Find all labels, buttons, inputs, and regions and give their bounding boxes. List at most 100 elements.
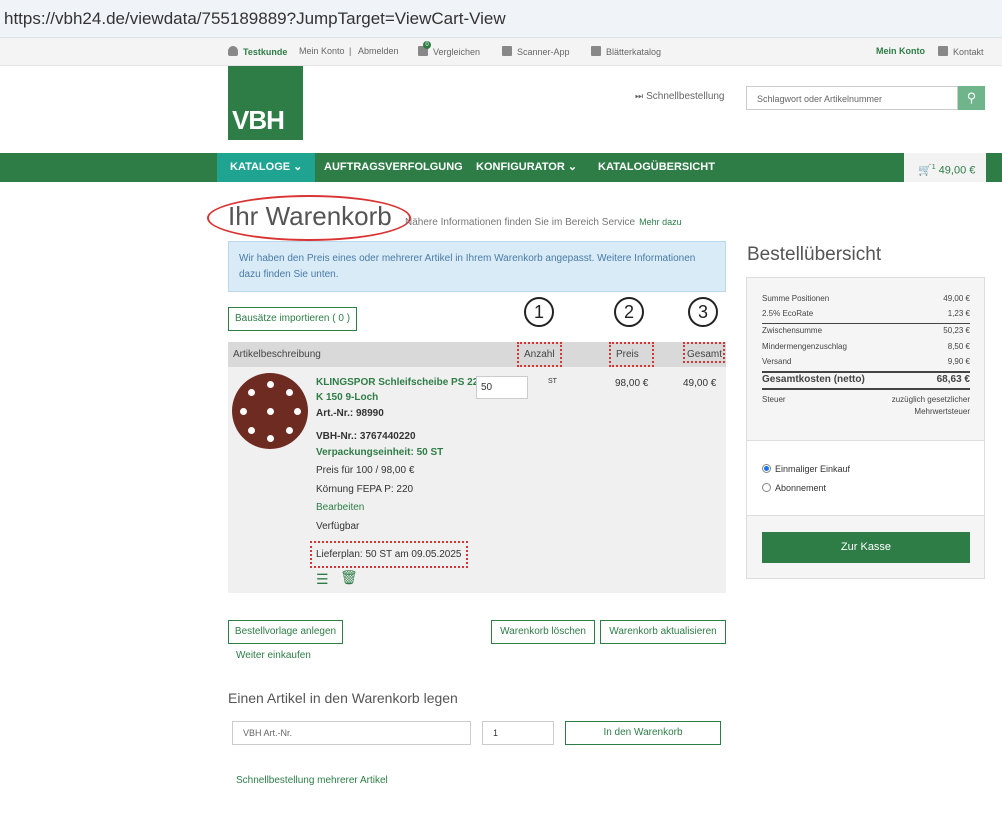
item-price: 98,00 € xyxy=(615,378,649,389)
chevron-down-icon: ⌄ xyxy=(293,161,303,173)
add-to-cart-button[interactable]: In den Warenkorb xyxy=(565,721,721,745)
continue-shopping-link[interactable]: Weiter einkaufen xyxy=(236,650,311,661)
save-template-button[interactable]: Bestellvorlage anlegen xyxy=(228,620,343,644)
quick-order-icon: ⏭ xyxy=(635,91,644,101)
disc-hole xyxy=(267,435,274,442)
disc-hole xyxy=(294,408,301,415)
summary-row: Mindermengenzuschlag 8,50 € xyxy=(762,342,970,351)
title-highlight-annotation xyxy=(207,195,411,241)
divider xyxy=(762,371,970,373)
mini-cart[interactable]: 🛒1 49,00 € xyxy=(904,153,986,182)
annotation-marker-2: 2 xyxy=(614,297,644,327)
nav-catalogs[interactable]: KATALOGE ⌄ xyxy=(217,153,316,182)
cart-item-row: KLINGSPOR Schleifscheibe PS 22 K 150 9-L… xyxy=(228,367,726,593)
trash-icon[interactable]: 🗑 xyxy=(340,569,358,586)
quantity-highlight-annotation xyxy=(517,342,562,367)
my-account-link[interactable]: Mein Konto xyxy=(299,46,345,56)
tax-value-continued: Mehrwertsteuer xyxy=(914,407,970,416)
main-navigation: KATALOGE ⌄ AUFTRAGSVERFOLGUNG KONFIGURAT… xyxy=(0,153,1002,182)
contact-label: Kontakt xyxy=(953,47,984,57)
list-icon[interactable]: ☰ xyxy=(316,571,329,588)
user-menu[interactable]: Testkunde xyxy=(228,46,287,57)
summary-total-row: Gesamtkosten (netto) 68,63 € xyxy=(762,374,970,385)
summary-row: Zwischensumme 50,23 € xyxy=(762,326,970,335)
import-kits-button[interactable]: Bausätze importieren ( 0 ) xyxy=(228,307,357,331)
summary-value: 1,23 € xyxy=(947,309,970,318)
radio-unselected-icon xyxy=(762,483,771,492)
product-name-line2[interactable]: K 150 9-Loch xyxy=(316,392,378,403)
purchase-type-section: Einmaliger Einkauf Abonnement xyxy=(747,440,984,516)
quantity-input[interactable]: 50 xyxy=(476,376,528,399)
user-icon xyxy=(228,46,238,56)
nav-order-tracking[interactable]: AUFTRAGSVERFOLGUNG xyxy=(324,153,463,182)
book-icon xyxy=(591,46,601,56)
service-info: Nähere Informationen finden Sie im Berei… xyxy=(405,217,682,228)
search-button[interactable]: ⚲ xyxy=(958,86,985,110)
search-placeholder: Schlagwort oder Artikelnummer xyxy=(757,94,883,104)
summary-label: Mindermengenzuschlag xyxy=(762,342,847,351)
vbh-logo[interactable]: VBH xyxy=(228,66,303,140)
edit-link[interactable]: Bearbeiten xyxy=(316,502,364,513)
logo-text: VBH xyxy=(232,105,285,135)
packaging-unit: Verpackungseinheit: 50 ST xyxy=(316,447,444,458)
disc-hole xyxy=(240,408,247,415)
divider xyxy=(762,323,970,324)
price-highlight-annotation xyxy=(609,342,654,367)
quantity-unit: ST xyxy=(548,378,557,385)
logout-link[interactable]: Abmelden xyxy=(358,46,399,56)
article-number-input[interactable]: VBH Art.-Nr. xyxy=(232,721,471,745)
my-account-right-link[interactable]: Mein Konto xyxy=(876,46,925,56)
product-image[interactable] xyxy=(232,373,308,449)
subscription-radio[interactable]: Abonnement xyxy=(762,483,826,493)
quick-order-link[interactable]: ⏭ Schnellbestellung xyxy=(635,91,725,102)
tax-value: zuzüglich gesetzlicher xyxy=(891,395,970,404)
bulk-order-link[interactable]: Schnellbestellung mehrerer Artikel xyxy=(236,775,388,786)
cart-icon: 🛒 xyxy=(918,164,932,177)
article-number: Art.-Nr.: 98990 xyxy=(316,408,384,419)
delivery-highlight-annotation xyxy=(310,541,468,568)
flipbook-link[interactable]: Blätterkatalog xyxy=(591,46,661,57)
tax-row: Steuer zuzüglich gesetzlicher xyxy=(762,395,970,404)
radio-selected-icon xyxy=(762,464,771,473)
summary-value: 50,23 € xyxy=(943,326,970,335)
price-per-unit: Preis für 100 / 98,00 € xyxy=(316,465,415,476)
compare-label: Vergleichen xyxy=(433,47,481,57)
user-name: Testkunde xyxy=(243,47,288,57)
total-highlight-annotation xyxy=(683,342,725,363)
url-text: https://vbh24.de/viewdata/755189889?Jump… xyxy=(4,9,506,28)
checkout-button[interactable]: Zur Kasse xyxy=(762,532,970,563)
disc-hole xyxy=(286,427,293,434)
contact-link[interactable]: Kontakt xyxy=(938,46,984,57)
vbh-number: VBH-Nr.: 3767440220 xyxy=(316,431,416,442)
mail-icon xyxy=(938,46,948,56)
flipbook-label: Blätterkatalog xyxy=(606,47,662,57)
search-input[interactable]: Schlagwort oder Artikelnummer xyxy=(746,86,958,110)
add-quantity-input[interactable]: 1 xyxy=(482,721,554,745)
price-change-notice: Wir haben den Preis eines oder mehrerer … xyxy=(228,241,726,292)
summary-label: Zwischensumme xyxy=(762,326,823,335)
tax-label: Steuer xyxy=(762,395,786,404)
clear-cart-button[interactable]: Warenkorb löschen xyxy=(491,620,595,644)
cart-total: 49,00 € xyxy=(938,164,976,177)
summary-label: 2.5% EcoRate xyxy=(762,309,814,318)
total-value: 68,63 € xyxy=(936,374,970,385)
summary-row: Summe Positionen 49,00 € xyxy=(762,294,970,303)
annotation-marker-3: 3 xyxy=(688,297,718,327)
grit: Körnung FEPA P: 220 xyxy=(316,484,414,495)
summary-value: 9,90 € xyxy=(947,357,970,366)
browser-address-bar[interactable]: https://vbh24.de/viewdata/755189889?Jump… xyxy=(0,0,1002,38)
nav-configurator[interactable]: KONFIGURATOR ⌄ xyxy=(476,153,577,182)
scanner-app-link[interactable]: Scanner-App xyxy=(502,46,570,57)
separator: | xyxy=(349,46,352,56)
radio-label: Abonnement xyxy=(775,483,827,493)
availability: Verfügbar xyxy=(316,521,360,532)
one-time-purchase-radio[interactable]: Einmaliger Einkauf xyxy=(762,464,850,474)
nav-catalog-overview[interactable]: KATALOGÜBERSICHT xyxy=(598,153,715,182)
compare-link[interactable]: 0 Vergleichen xyxy=(418,41,481,57)
disc-hole xyxy=(248,427,255,434)
update-cart-button[interactable]: Warenkorb aktualisieren xyxy=(600,620,726,644)
scanner-label: Scanner-App xyxy=(517,47,570,57)
product-name-line1[interactable]: KLINGSPOR Schleifscheibe PS 22 xyxy=(316,377,478,388)
more-info-link[interactable]: Mehr dazu xyxy=(639,217,682,227)
summary-row: 2.5% EcoRate 1,23 € xyxy=(762,309,970,318)
